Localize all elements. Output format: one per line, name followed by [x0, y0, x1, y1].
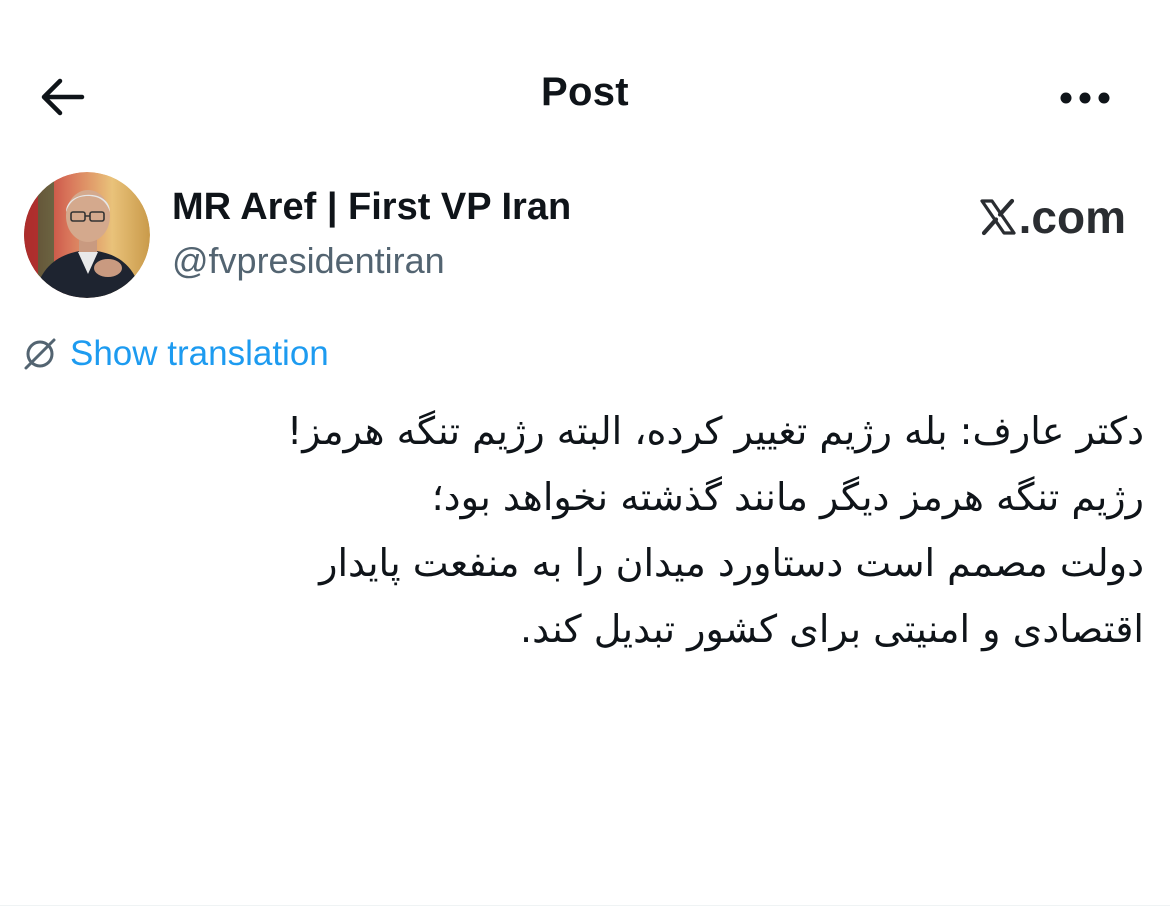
divider	[0, 905, 1170, 906]
tweet-line: دولت مصمم است دستاورد میدان را به منفعت …	[319, 541, 1144, 585]
more-horizontal-icon	[1060, 92, 1110, 104]
author-name[interactable]: MR Aref | First VP Iran	[172, 186, 571, 229]
profile-photo-icon	[24, 172, 150, 298]
page-title: Post	[541, 70, 629, 114]
author-handle[interactable]: @fvpresidentiran	[172, 240, 445, 282]
globe-translate-icon	[24, 338, 56, 370]
tweet-line: اقتصادی و امنیتی برای کشور تبدیل کند.	[520, 607, 1144, 651]
show-translation-button[interactable]: Show translation	[22, 334, 329, 374]
x-logo-icon	[980, 198, 1016, 236]
watermark-logo: .com	[979, 190, 1126, 244]
tweet-line: دکتر عارف: بله رژیم تغییر کرده، البته رژ…	[287, 409, 1144, 453]
show-translation-label: Show translation	[70, 334, 329, 373]
tweet-text: دکتر عارف: بله رژیم تغییر کرده، البته رژ…	[144, 398, 1144, 662]
more-options-button[interactable]	[1052, 78, 1118, 118]
tweet-line: رژیم تنگه هرمز دیگر مانند گذشته نخواهد ب…	[431, 475, 1144, 519]
watermark-text: .com	[1018, 191, 1126, 243]
avatar[interactable]	[24, 172, 150, 298]
